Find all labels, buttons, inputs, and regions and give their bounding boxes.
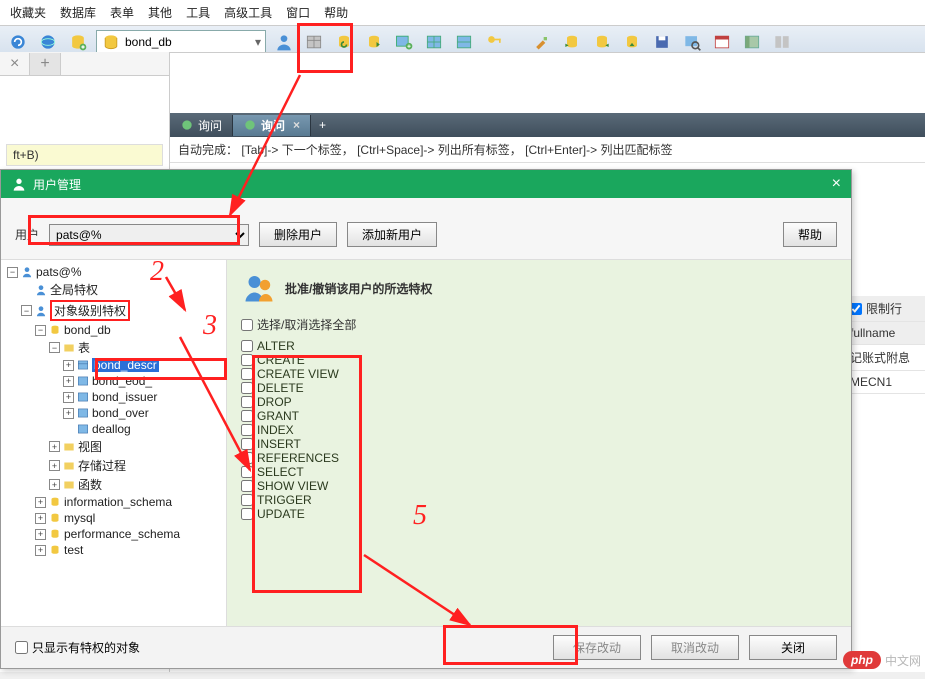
priv-item[interactable]: ALTER xyxy=(241,339,837,353)
site-watermark: php 中文网 xyxy=(843,651,921,669)
db-export-icon[interactable] xyxy=(362,30,386,54)
menu-item[interactable]: 工具 xyxy=(186,4,210,21)
priv-item[interactable]: SHOW VIEW xyxy=(241,479,837,493)
menu-item[interactable]: 其他 xyxy=(148,4,172,21)
priv-item[interactable]: INDEX xyxy=(241,423,837,437)
tree-table-selected[interactable]: +bond_descr xyxy=(63,357,224,373)
db-in-icon[interactable] xyxy=(560,30,584,54)
chevron-down-icon: ▾ xyxy=(255,35,261,49)
privilege-list: ALTER CREATE CREATE VIEW DELETE DROP GRA… xyxy=(241,339,837,521)
user-select[interactable]: pats@% xyxy=(49,224,249,246)
globe-icon[interactable] xyxy=(36,30,60,54)
menu-item[interactable]: 数据库 xyxy=(60,4,96,21)
key-icon[interactable] xyxy=(482,30,506,54)
limit-check[interactable]: 限制行 xyxy=(846,296,925,322)
grid-icon[interactable] xyxy=(422,30,446,54)
priv-item[interactable]: UPDATE xyxy=(241,507,837,521)
priv-item[interactable]: SELECT xyxy=(241,465,837,479)
dialog-title: 用户管理 xyxy=(33,176,81,193)
help-button[interactable]: 帮助 xyxy=(783,222,837,247)
panel-icon[interactable] xyxy=(740,30,764,54)
query-tab-active[interactable]: 询问 × xyxy=(233,115,311,136)
dialog-bottom-bar: 只显示有特权的对象 保存改动 取消改动 关闭 xyxy=(1,626,851,668)
db-down-icon[interactable] xyxy=(620,30,644,54)
menu-bar: 收藏夹 数据库 表单 其他 工具 高级工具 窗口 帮助 xyxy=(0,0,925,26)
shortcut-badge: ft+B) xyxy=(6,144,163,166)
refresh-icon[interactable] xyxy=(6,30,30,54)
priv-item[interactable]: REFERENCES xyxy=(241,451,837,465)
tree-table[interactable]: deallog xyxy=(63,421,224,437)
save-changes-button[interactable]: 保存改动 xyxy=(553,635,641,660)
grid2-icon[interactable] xyxy=(452,30,476,54)
data-row: 记账式附息 xyxy=(846,345,925,371)
dialog-top-row: 用户 pats@% 删除用户 添加新用户 帮助 xyxy=(1,198,851,255)
privs-header: 批准/撤销该用户的所选特权 xyxy=(285,280,432,297)
cancel-changes-button[interactable]: 取消改动 xyxy=(651,635,739,660)
delete-user-button[interactable]: 删除用户 xyxy=(259,222,337,247)
tree-table[interactable]: +bond_issuer xyxy=(63,389,224,405)
tree-table[interactable]: +bond_eod_ xyxy=(63,373,224,389)
tab-add[interactable]: + xyxy=(311,118,334,132)
object-level-privs[interactable]: 对象级别特权 xyxy=(50,300,130,321)
close-button[interactable]: 关闭 xyxy=(749,635,837,660)
priv-item[interactable]: DROP xyxy=(241,395,837,409)
autocomplete-hint: 自动完成： [Tab]-> 下一个标签， [Ctrl+Space]-> 列出所有… xyxy=(170,137,925,163)
col-header: fullname xyxy=(846,322,925,345)
database-selector[interactable]: bond_db ▾ xyxy=(96,30,266,54)
menu-item[interactable]: 窗口 xyxy=(286,4,310,21)
schedule-icon[interactable] xyxy=(710,30,734,54)
menu-item[interactable]: 帮助 xyxy=(324,4,348,21)
priv-item[interactable]: INSERT xyxy=(241,437,837,451)
priv-item[interactable]: CREATE xyxy=(241,353,837,367)
db-selected: bond_db xyxy=(125,35,172,49)
query-tab-bar: 询问 询问 × + xyxy=(170,113,925,137)
close-icon[interactable]: × xyxy=(832,175,841,193)
dialog-titlebar: 用户管理 × xyxy=(1,170,851,198)
user-icon xyxy=(11,176,27,192)
menu-item[interactable]: 收藏夹 xyxy=(10,4,46,21)
right-data-panel: 限制行 fullname 记账式附息 MECN1 xyxy=(845,296,925,416)
query-icon xyxy=(180,118,194,132)
only-privileged-checkbox[interactable]: 只显示有特权的对象 xyxy=(15,639,140,656)
user-icon[interactable] xyxy=(272,30,296,54)
db-add-icon[interactable] xyxy=(66,30,90,54)
user-label: 用户 xyxy=(15,226,39,243)
left-tab-add[interactable]: + xyxy=(30,53,60,75)
db-out-icon[interactable] xyxy=(590,30,614,54)
query-tab[interactable]: 询问 xyxy=(170,115,233,136)
priv-item[interactable]: CREATE VIEW xyxy=(241,367,837,381)
menu-item[interactable]: 高级工具 xyxy=(224,4,272,21)
db-icon xyxy=(101,32,121,52)
save-icon[interactable] xyxy=(650,30,674,54)
layout-icon[interactable] xyxy=(770,30,794,54)
close-icon[interactable]: × xyxy=(293,118,300,132)
query-icon xyxy=(243,118,257,132)
db-refresh-icon[interactable] xyxy=(332,30,356,54)
priv-item[interactable]: TRIGGER xyxy=(241,493,837,507)
select-all-checkbox[interactable]: 选择/取消选择全部 xyxy=(241,316,837,333)
user-manager-dialog: 用户管理 × 用户 pats@% 删除用户 添加新用户 帮助 −pats@% 全… xyxy=(0,169,852,669)
priv-item[interactable]: GRANT xyxy=(241,409,837,423)
table-icon[interactable] xyxy=(302,30,326,54)
tree-table[interactable]: +bond_over xyxy=(63,405,224,421)
priv-item[interactable]: DELETE xyxy=(241,381,837,395)
menu-item[interactable]: 表单 xyxy=(110,4,134,21)
find-icon[interactable] xyxy=(680,30,704,54)
brush-icon[interactable] xyxy=(530,30,554,54)
object-tree[interactable]: −pats@% 全局特权 −对象级别特权 −bond_db −表 +bond_d… xyxy=(1,260,227,626)
php-logo: php xyxy=(843,651,881,669)
users-icon xyxy=(241,270,277,306)
data-row: MECN1 xyxy=(846,371,925,394)
privileges-panel: 批准/撤销该用户的所选特权 选择/取消选择全部 ALTER CREATE CRE… xyxy=(227,260,851,626)
left-tab-close[interactable]: × xyxy=(0,53,30,75)
grid-plus-icon[interactable] xyxy=(392,30,416,54)
add-user-button[interactable]: 添加新用户 xyxy=(347,222,437,247)
